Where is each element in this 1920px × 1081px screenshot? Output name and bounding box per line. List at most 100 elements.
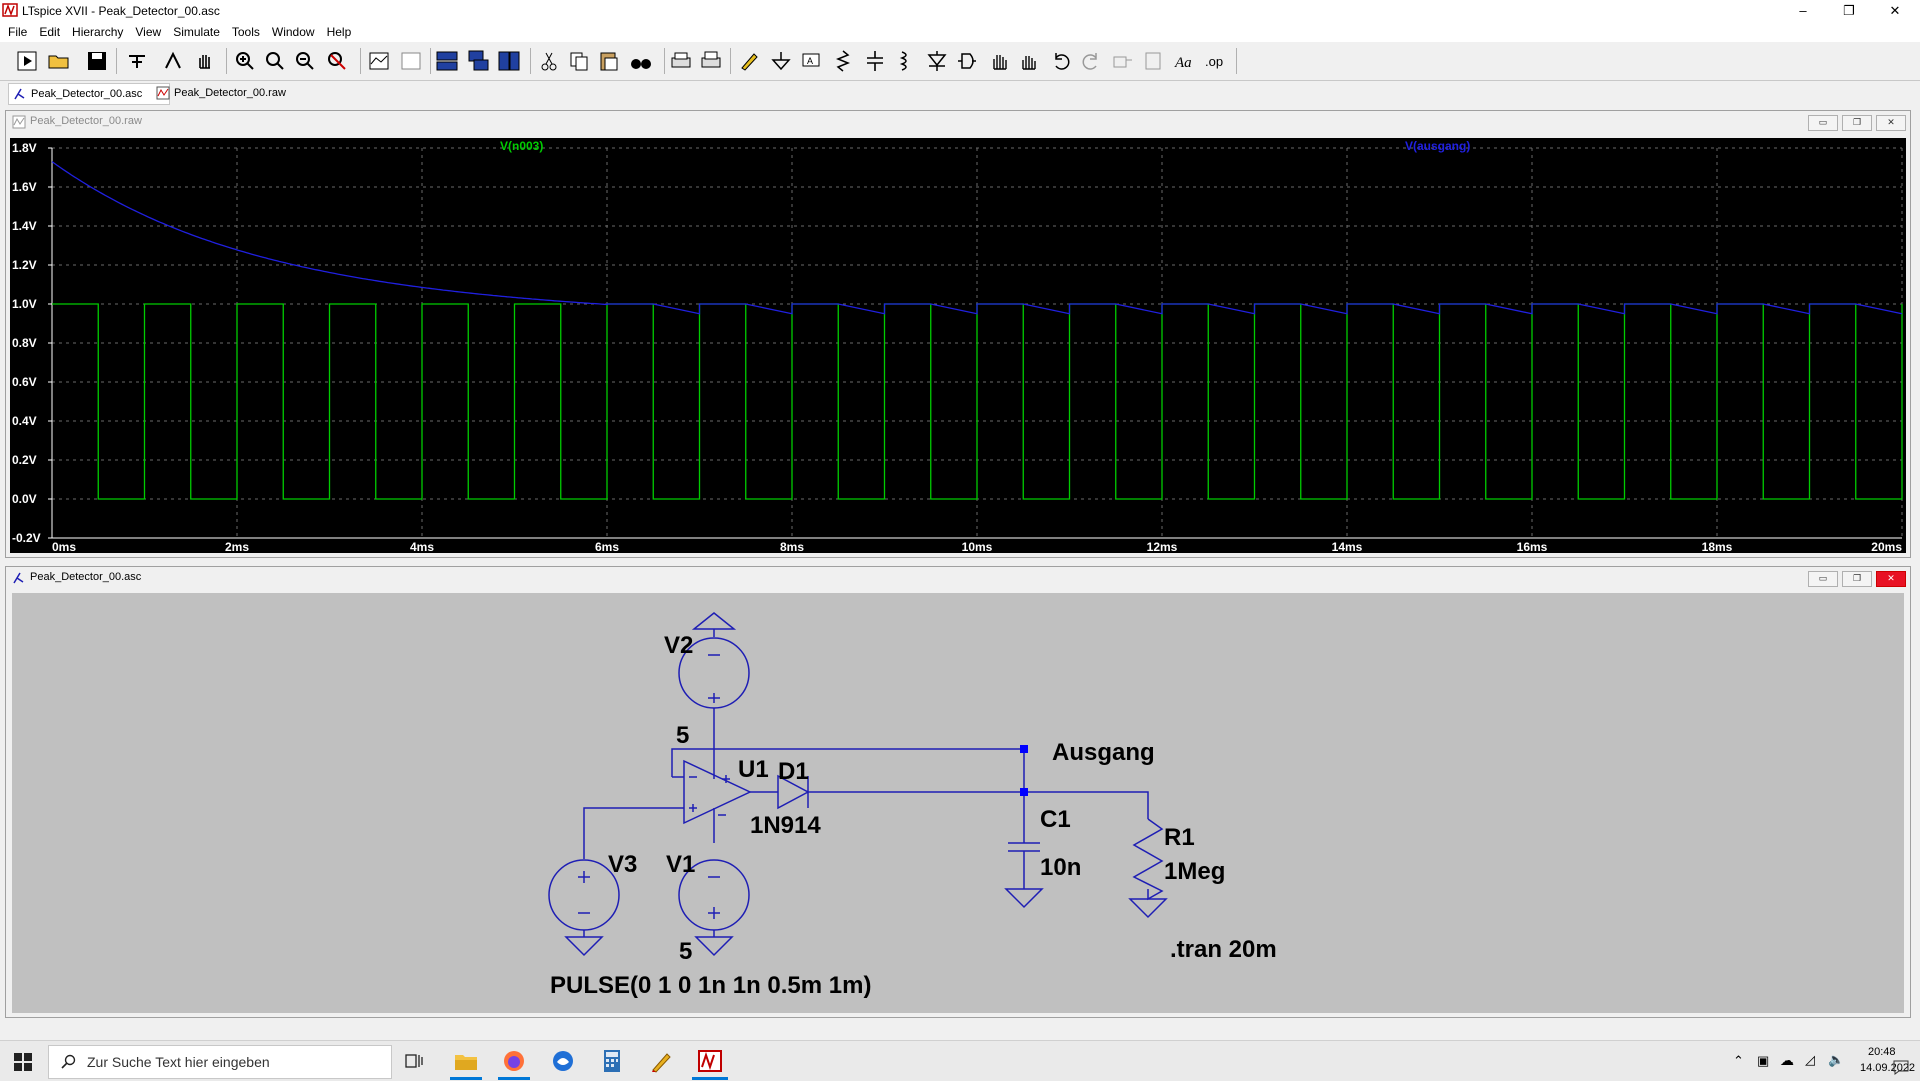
spice-directive-icon[interactable]: .op [1202,48,1228,74]
plot-settings-icon[interactable] [398,48,424,74]
menu-view[interactable]: View [129,22,167,42]
zoom-cancel-icon[interactable] [324,48,350,74]
open-folder-icon[interactable] [46,48,72,74]
task-view-icon[interactable] [404,1052,424,1070]
close-button[interactable]: ✕ [1872,0,1918,22]
c1-value: 10n [1040,854,1081,881]
junction [1020,788,1028,796]
volume-icon[interactable]: 🔈 [1828,1052,1844,1068]
find-binoculars-icon[interactable] [628,48,654,74]
waveform-icon [156,86,170,100]
halt-icon[interactable] [160,48,186,74]
draw-wire-pencil-icon[interactable] [736,48,762,74]
mirror-icon[interactable] [1140,48,1166,74]
print-icon[interactable] [668,48,694,74]
menu-file[interactable]: File [0,22,33,42]
ground-icon[interactable] [768,48,794,74]
diode-icon[interactable] [924,48,950,74]
waveform-plot[interactable]: 0ms 2ms 4ms 6ms 8ms 10ms 12ms 14ms 16ms 18ms 20ms 1… [10,138,1906,553]
component-icon[interactable] [954,48,980,74]
pen-tool-icon[interactable] [650,1049,674,1073]
series-v-n003-line[interactable] [52,303,1903,500]
autorange-icon[interactable] [366,48,392,74]
thunderbird-icon[interactable] [552,1050,574,1072]
x-tick-label: 20ms [1871,540,1902,553]
zoom-in-icon[interactable] [232,48,258,74]
inductor-icon[interactable] [892,48,918,74]
cut-icon[interactable] [536,48,562,74]
windows-start-icon[interactable] [14,1053,32,1071]
legend-v-ausgang[interactable]: V(ausgang) [1405,139,1470,153]
pan-hand-icon[interactable] [192,48,218,74]
schematic-minimize-button[interactable]: ▭ [1808,571,1838,587]
cascade-icon[interactable] [466,48,492,74]
label-net-icon[interactable]: A [798,48,824,74]
clock-time[interactable]: 20:48 [1868,1046,1896,1058]
redo-icon[interactable] [1078,48,1104,74]
menu-tools[interactable]: Tools [226,22,266,42]
text-icon[interactable]: Aa [1172,48,1198,74]
c1-label: C1 [1040,806,1071,833]
tray-chevron-icon[interactable]: ⌃ [1733,1053,1744,1069]
resistor-icon[interactable] [830,48,856,74]
paste-icon[interactable] [596,48,622,74]
waveform-minimize-button[interactable]: ▭ [1808,115,1838,131]
spice-directive[interactable]: .tran 20m [1170,936,1277,963]
zoom-out-icon[interactable] [292,48,318,74]
y-tick-label: 1.8V [12,141,37,155]
legend-v-n003[interactable]: V(n003) [500,139,543,153]
minimize-button[interactable]: – [1780,0,1826,22]
calculator-icon[interactable] [603,1049,621,1073]
restore-button[interactable]: ❐ [1826,0,1872,22]
schematic-canvas[interactable]: V2 5 U1 D1 1N914 C1 10n R1 1Meg Ausgang … [12,593,1904,1013]
schematic-window: Peak_Detector_00.asc ▭ ❐ ✕ V2 5 U1 D1 1N… [5,566,1911,1018]
tray-device-icon[interactable]: ▣ [1757,1053,1769,1069]
move-hand-icon[interactable] [986,48,1012,74]
waveform-close-button[interactable]: ✕ [1876,115,1906,131]
zoom-fit-icon[interactable] [262,48,288,74]
file-explorer-icon[interactable] [454,1050,478,1072]
y-tick-label: 0.4V [12,414,37,428]
v2-label: V2 [664,632,693,659]
rotate-icon[interactable] [1110,48,1136,74]
schematic-close-button[interactable]: ✕ [1876,571,1906,587]
capacitor-icon[interactable] [862,48,888,74]
menu-edit[interactable]: Edit [33,22,66,42]
menu-hierarchy[interactable]: Hierarchy [66,22,129,42]
svg-text:.op: .op [1205,54,1223,69]
undo-icon[interactable] [1048,48,1074,74]
net-label-ausgang[interactable]: Ausgang [1052,739,1155,766]
y-tick-label: 1.4V [12,219,37,233]
y-tick-label: -0.2V [12,531,41,545]
notification-icon[interactable] [1892,1059,1910,1075]
tile-horizontal-icon[interactable] [434,48,460,74]
tile-vertical-icon[interactable] [496,48,522,74]
menu-simulate[interactable]: Simulate [167,22,226,42]
save-icon[interactable] [84,48,110,74]
tab-schematic[interactable]: Peak_Detector_00.asc [8,83,170,105]
menu-window[interactable]: Window [266,22,321,42]
x-tick-label: 14ms [1332,540,1363,553]
drag-hand-icon[interactable] [1016,48,1042,74]
control-panel-icon[interactable] [124,48,150,74]
taskbar-search-input[interactable]: Zur Suche Text hier eingeben [48,1045,392,1079]
ltspice-taskbar-icon[interactable] [697,1049,723,1073]
menu-help[interactable]: Help [321,22,358,42]
run-icon[interactable] [14,48,40,74]
onedrive-cloud-icon[interactable]: ☁ [1780,1052,1794,1069]
x-tick-label: 6ms [595,540,619,553]
tab-waveform[interactable]: Peak_Detector_00.raw [152,83,310,103]
waveform-window-title: Peak_Detector_00.raw [30,115,142,127]
plot-background [10,138,1906,553]
network-icon[interactable]: ◿ [1805,1052,1815,1068]
schematic-restore-button[interactable]: ❐ [1842,571,1872,587]
copy-icon[interactable] [566,48,592,74]
x-tick-label: 2ms [225,540,249,553]
waveform-restore-button[interactable]: ❐ [1842,115,1872,131]
search-icon [61,1054,76,1069]
x-tick-label: 12ms [1147,540,1178,553]
firefox-icon[interactable] [503,1050,525,1072]
menu-bar: File Edit Hierarchy View Simulate Tools Window… [0,22,1920,42]
print-preview-icon[interactable] [698,48,724,74]
v3-label: V3 [608,851,637,878]
